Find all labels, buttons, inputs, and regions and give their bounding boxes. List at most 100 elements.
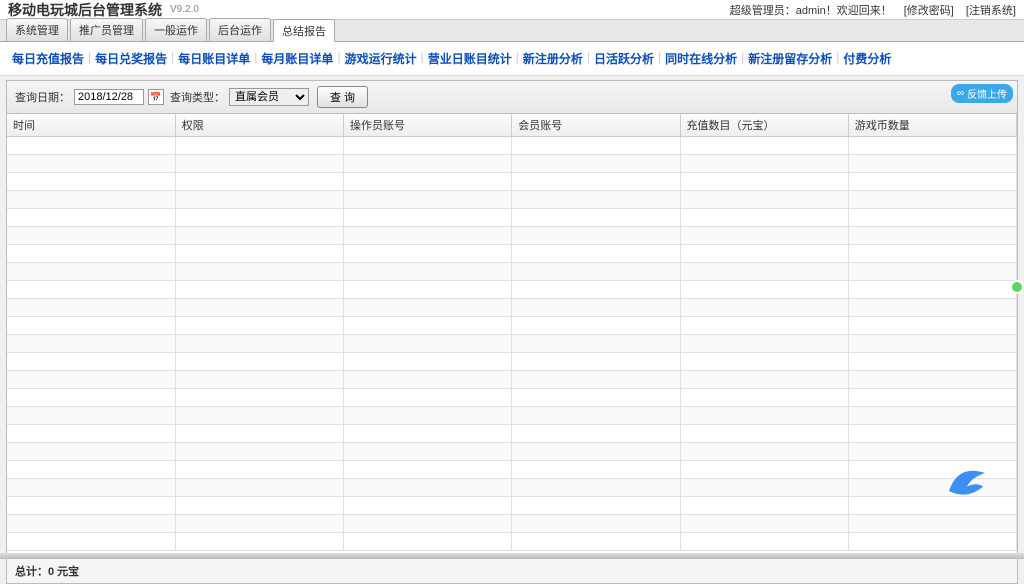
column-header[interactable]: 权限 <box>175 114 343 137</box>
type-select[interactable]: 直属会员 <box>229 88 309 106</box>
table-cell <box>848 461 1016 479</box>
table-row[interactable] <box>7 191 1017 209</box>
table-cell <box>512 443 680 461</box>
table-row[interactable] <box>7 407 1017 425</box>
table-row[interactable] <box>7 515 1017 533</box>
sub-nav-link[interactable]: 每日账目详单 <box>178 50 250 67</box>
table-cell <box>175 515 343 533</box>
table-cell <box>680 515 848 533</box>
table-cell <box>680 479 848 497</box>
table-cell <box>848 245 1016 263</box>
table-body <box>7 137 1017 551</box>
table-row[interactable] <box>7 173 1017 191</box>
change-password-link[interactable]: [修改密码] <box>904 2 954 18</box>
table-cell <box>680 353 848 371</box>
main-tab[interactable]: 一般运作 <box>145 18 207 41</box>
table-row[interactable] <box>7 425 1017 443</box>
main-tab[interactable]: 推广员管理 <box>70 18 143 41</box>
table-row[interactable] <box>7 335 1017 353</box>
main-tab[interactable]: 后台运作 <box>209 18 271 41</box>
table-row[interactable] <box>7 533 1017 551</box>
table-row[interactable] <box>7 209 1017 227</box>
sub-nav-link[interactable]: 同时在线分析 <box>665 50 737 67</box>
table-cell <box>848 227 1016 245</box>
table-cell <box>175 461 343 479</box>
table-cell <box>848 263 1016 281</box>
table-cell <box>344 155 512 173</box>
table-cell <box>175 245 343 263</box>
table-cell <box>680 407 848 425</box>
table-cell <box>848 173 1016 191</box>
table-cell <box>512 335 680 353</box>
table-row[interactable] <box>7 443 1017 461</box>
table-row[interactable] <box>7 263 1017 281</box>
column-header[interactable]: 游戏币数量 <box>848 114 1016 137</box>
table-row[interactable] <box>7 245 1017 263</box>
table-row[interactable] <box>7 353 1017 371</box>
query-button[interactable]: 查 询 <box>317 86 368 108</box>
column-header[interactable]: 充值数目（元宝） <box>680 114 848 137</box>
sub-nav-link[interactable]: 新注册分析 <box>523 50 583 67</box>
table-cell <box>7 533 175 551</box>
table-row[interactable] <box>7 479 1017 497</box>
header-right: 超级管理员：admin！欢迎回来！ [修改密码] [注销系统] <box>730 2 1016 18</box>
main-tabs: 系统管理推广员管理一般运作后台运作总结报告 <box>0 20 1024 42</box>
table-row[interactable] <box>7 155 1017 173</box>
table-cell <box>175 425 343 443</box>
table-cell <box>175 407 343 425</box>
table-cell <box>848 515 1016 533</box>
table-cell <box>680 335 848 353</box>
table-cell <box>512 353 680 371</box>
upload-badge[interactable]: 反馈上传 <box>951 84 1013 103</box>
table-row[interactable] <box>7 317 1017 335</box>
table-cell <box>344 317 512 335</box>
table-cell <box>512 227 680 245</box>
table-cell <box>680 263 848 281</box>
table-cell <box>7 245 175 263</box>
table-cell <box>680 533 848 551</box>
table-row[interactable] <box>7 461 1017 479</box>
version-label: V9.2.0 <box>170 4 199 15</box>
table-cell <box>848 533 1016 551</box>
table-cell <box>175 479 343 497</box>
table-row[interactable] <box>7 227 1017 245</box>
table-cell <box>680 227 848 245</box>
table-row[interactable] <box>7 389 1017 407</box>
sub-nav-link[interactable]: 营业日账目统计 <box>428 50 512 67</box>
table-cell <box>848 389 1016 407</box>
table-cell <box>848 407 1016 425</box>
column-header[interactable]: 会员账号 <box>512 114 680 137</box>
table-cell <box>848 335 1016 353</box>
table-row[interactable] <box>7 371 1017 389</box>
table-cell <box>680 497 848 515</box>
date-input[interactable] <box>74 89 144 105</box>
table-cell <box>680 245 848 263</box>
table-cell <box>848 479 1016 497</box>
column-header[interactable]: 时间 <box>7 114 175 137</box>
table-row[interactable] <box>7 281 1017 299</box>
sub-nav-link[interactable]: 新注册留存分析 <box>748 50 832 67</box>
table-cell <box>512 263 680 281</box>
calendar-icon[interactable]: 📅 <box>148 89 164 105</box>
table-cell <box>680 371 848 389</box>
table-cell <box>344 443 512 461</box>
table-cell <box>7 209 175 227</box>
table-container[interactable]: 时间权限操作员账号会员账号充值数目（元宝）游戏币数量 <box>6 114 1018 559</box>
sub-nav-link[interactable]: 日活跃分析 <box>594 50 654 67</box>
footer-total: 总计：0 元宝 <box>6 559 1018 584</box>
sub-nav-link[interactable]: 游戏运行统计 <box>345 50 417 67</box>
main-tab[interactable]: 总结报告 <box>273 19 335 42</box>
table-row[interactable] <box>7 299 1017 317</box>
table-cell <box>175 137 343 155</box>
header-bar: 移动电玩城后台管理系统 V9.2.0 超级管理员：admin！欢迎回来！ [修改… <box>0 0 1024 20</box>
logout-link[interactable]: [注销系统] <box>966 2 1016 18</box>
sub-nav-link[interactable]: 每月账目详单 <box>261 50 333 67</box>
table-cell <box>7 497 175 515</box>
column-header[interactable]: 操作员账号 <box>344 114 512 137</box>
sub-nav-link[interactable]: 每日充值报告 <box>12 50 84 67</box>
sub-nav-link[interactable]: 每日兑奖报告 <box>95 50 167 67</box>
table-row[interactable] <box>7 137 1017 155</box>
main-tab[interactable]: 系统管理 <box>6 18 68 41</box>
table-row[interactable] <box>7 497 1017 515</box>
sub-nav-link[interactable]: 付费分析 <box>843 50 891 67</box>
